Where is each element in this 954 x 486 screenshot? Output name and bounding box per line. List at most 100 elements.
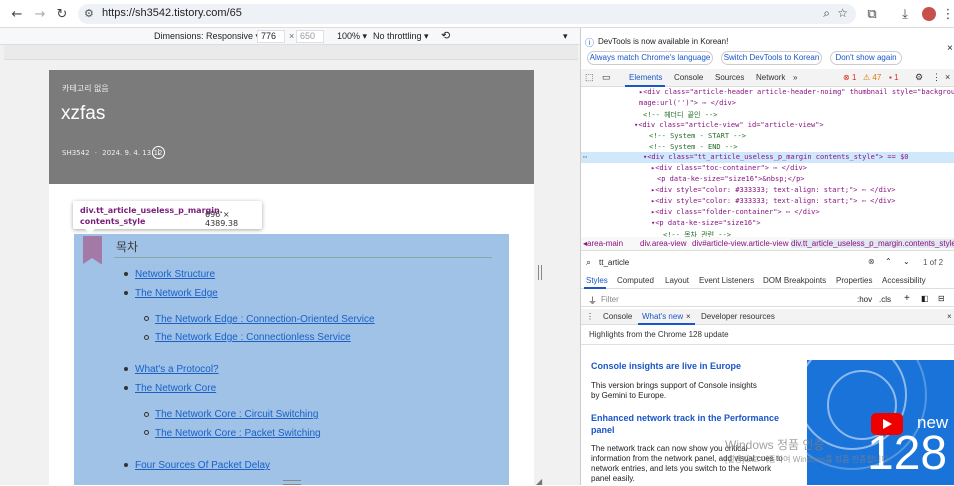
watermark-subtitle: [설정]으로 이동하여 Windows를 정품 인증합니다. bbox=[725, 455, 891, 464]
rotate-icon[interactable]: ⟲ bbox=[441, 29, 450, 42]
resize-handle-right[interactable] bbox=[538, 265, 542, 280]
device-toggle-icon[interactable]: ▭ bbox=[602, 72, 611, 83]
settings-gear-icon[interactable]: ⚙ bbox=[915, 72, 923, 83]
sidebar-toggle-icon[interactable]: ⊟ bbox=[938, 294, 945, 303]
reload-button[interactable]: ↻ bbox=[52, 4, 72, 24]
forward-button[interactable]: → bbox=[30, 4, 50, 24]
dom-comment[interactable]: <!-- System - END --> bbox=[649, 143, 738, 151]
toc-link[interactable]: The Network Edge : Connection-Oriented S… bbox=[155, 314, 375, 325]
more-options-icon[interactable]: ▾ bbox=[563, 31, 568, 42]
tab-computed[interactable]: Computed bbox=[617, 276, 654, 285]
article-title[interactable]: Console insights are live in Europe bbox=[591, 361, 741, 371]
breadcrumb-item[interactable]: ◂area-main bbox=[583, 239, 623, 248]
issues-count[interactable]: ▪ 1 bbox=[889, 73, 899, 82]
dom-line[interactable]: ▸<div class="article-header article-head… bbox=[639, 88, 954, 96]
dom-line[interactable]: ▸<div style="color: #333333; text-align:… bbox=[651, 197, 895, 205]
dom-line[interactable]: ▾<p data-ke-size="size16"> bbox=[651, 219, 761, 227]
tab-network[interactable]: Network bbox=[756, 73, 785, 82]
add-rule-icon[interactable]: + bbox=[904, 293, 910, 304]
bookmark-star-icon[interactable]: ☆ bbox=[837, 6, 848, 20]
drawer-tab-console[interactable]: Console bbox=[603, 312, 632, 321]
dont-show-button[interactable]: Don't show again bbox=[830, 51, 902, 65]
search-input[interactable]: tt_article bbox=[599, 258, 629, 267]
url-text[interactable]: https://sh3542.tistory.com/65 bbox=[102, 7, 242, 19]
drawer-tab-dev-resources[interactable]: Developer resources bbox=[701, 312, 775, 321]
media-query-ruler bbox=[4, 45, 578, 60]
tab-sources[interactable]: Sources bbox=[715, 73, 744, 82]
chrome-128-promo-image[interactable]: new 128 bbox=[807, 360, 954, 485]
toc-link[interactable]: What's a Protocol? bbox=[135, 364, 219, 375]
zoom-select[interactable]: 100% ▾ bbox=[337, 31, 367, 42]
info-icon[interactable]: i bbox=[152, 146, 165, 159]
error-count[interactable]: ⊗ 1 bbox=[843, 73, 856, 82]
dom-comment[interactable]: <!-- System - START --> bbox=[649, 132, 746, 140]
tab-event-listeners[interactable]: Event Listeners bbox=[699, 276, 754, 285]
tab-layout[interactable]: Layout bbox=[665, 276, 689, 285]
category-label[interactable]: 카테고리 없음 bbox=[62, 83, 109, 94]
dom-line[interactable]: mage:url('')"> ⋯ </div> bbox=[639, 99, 736, 107]
drawer-tab-whats-new[interactable]: What's new bbox=[642, 312, 683, 321]
toc-link[interactable]: The Network Edge : Connectionless Servic… bbox=[155, 332, 351, 343]
bookmark-icon bbox=[83, 236, 102, 264]
dom-line[interactable]: ▸<div style="color: #333333; text-align:… bbox=[651, 186, 895, 194]
cls-toggle[interactable]: .cls bbox=[879, 295, 891, 304]
zoom-icon[interactable]: ⌕ bbox=[823, 6, 830, 21]
download-icon[interactable]: ⤓ bbox=[895, 4, 915, 24]
drawer-menu-icon[interactable]: ⋮ bbox=[586, 312, 594, 321]
article-title[interactable]: Enhanced network track in the Performanc… bbox=[591, 412, 791, 436]
times-sign: × bbox=[289, 31, 295, 41]
next-match-icon[interactable]: ⌄ bbox=[903, 257, 910, 266]
extensions-icon[interactable]: ⧉ bbox=[862, 4, 882, 24]
tab-accessibility[interactable]: Accessibility bbox=[882, 276, 926, 285]
menu-icon[interactable]: ⋮ bbox=[938, 4, 954, 24]
match-count: 1 of 2 bbox=[923, 258, 944, 267]
dom-line[interactable]: ▸<div class="toc-container"> ⋯ </div> bbox=[651, 164, 807, 172]
computed-toggle-icon[interactable]: ◧ bbox=[921, 294, 929, 303]
close-devtools-icon[interactable]: × bbox=[945, 72, 950, 82]
site-settings-icon[interactable]: ⚙ bbox=[84, 7, 94, 20]
breadcrumb-item[interactable]: div.area-view bbox=[640, 239, 687, 248]
dom-line[interactable]: <p data-ke-size="size16">&nbsp;</p> bbox=[657, 175, 805, 183]
toc-link[interactable]: Network Structure bbox=[135, 269, 215, 280]
hov-toggle[interactable]: :hov bbox=[857, 295, 872, 304]
tab-styles[interactable]: Styles bbox=[586, 276, 608, 285]
more-menu-icon[interactable]: ⋮ bbox=[932, 72, 941, 83]
dom-line-selected[interactable]: ▾<div class="tt_article_useless_p_margin… bbox=[643, 153, 909, 161]
filter-input[interactable]: Filter bbox=[601, 295, 619, 304]
warning-count[interactable]: ⚠ 47 bbox=[863, 73, 881, 82]
toc-link[interactable]: Four Sources Of Packet Delay bbox=[135, 460, 270, 471]
close-drawer-icon[interactable]: × bbox=[947, 312, 952, 321]
avatar[interactable] bbox=[919, 4, 939, 24]
close-whats-new-icon[interactable]: × bbox=[686, 312, 691, 321]
back-button[interactable]: ← bbox=[7, 4, 27, 24]
toc-link[interactable]: The Network Edge bbox=[135, 288, 218, 299]
dimensions-select[interactable]: Dimensions: Responsive ▾ bbox=[154, 31, 260, 42]
match-language-button[interactable]: Always match Chrome's language bbox=[587, 51, 713, 65]
throttling-select[interactable]: No throttling ▾ bbox=[373, 31, 429, 42]
dom-line[interactable]: ▾<div class="article-view" id="article-v… bbox=[634, 121, 824, 129]
address-bar[interactable]: ⚙ https://sh3542.tistory.com/65 ⌕ ☆ bbox=[78, 4, 856, 24]
breadcrumb-item[interactable]: div#article-view.article-view bbox=[692, 239, 788, 248]
switch-korean-button[interactable]: Switch DevTools to Korean bbox=[721, 51, 822, 65]
breadcrumb-item-selected[interactable]: div.tt_article_useless_p_margin.contents… bbox=[791, 239, 954, 248]
more-tabs[interactable]: » bbox=[793, 73, 797, 82]
ellipsis-icon[interactable]: ⋯ bbox=[583, 153, 587, 161]
tab-console[interactable]: Console bbox=[674, 73, 703, 82]
height-input[interactable]: 650 bbox=[296, 30, 324, 43]
info-icon: ⓘ bbox=[585, 38, 595, 48]
clear-search-icon[interactable]: ⊗ bbox=[868, 257, 875, 266]
toc-link[interactable]: The Network Core bbox=[135, 383, 216, 394]
search-icon: ⌕ bbox=[586, 257, 592, 267]
toc-link[interactable]: The Network Core : Circuit Switching bbox=[155, 409, 318, 420]
resize-handle-bottom[interactable] bbox=[283, 480, 301, 485]
tab-properties[interactable]: Properties bbox=[836, 276, 872, 285]
dom-line[interactable]: ▸<div class="folder-container"> ⋯ </div> bbox=[651, 208, 820, 216]
close-icon[interactable]: × bbox=[947, 43, 953, 54]
inspect-icon[interactable]: ⬚ bbox=[585, 72, 594, 83]
tab-elements[interactable]: Elements bbox=[629, 73, 662, 82]
prev-match-icon[interactable]: ⌃ bbox=[885, 257, 892, 266]
toc-link[interactable]: The Network Core : Packet Switching bbox=[155, 428, 321, 439]
dom-comment[interactable]: <!-- 헤더디 끝인 --> bbox=[643, 110, 717, 120]
tab-dom-breakpoints[interactable]: DOM Breakpoints bbox=[763, 276, 826, 285]
width-input[interactable]: 776 bbox=[257, 30, 285, 43]
